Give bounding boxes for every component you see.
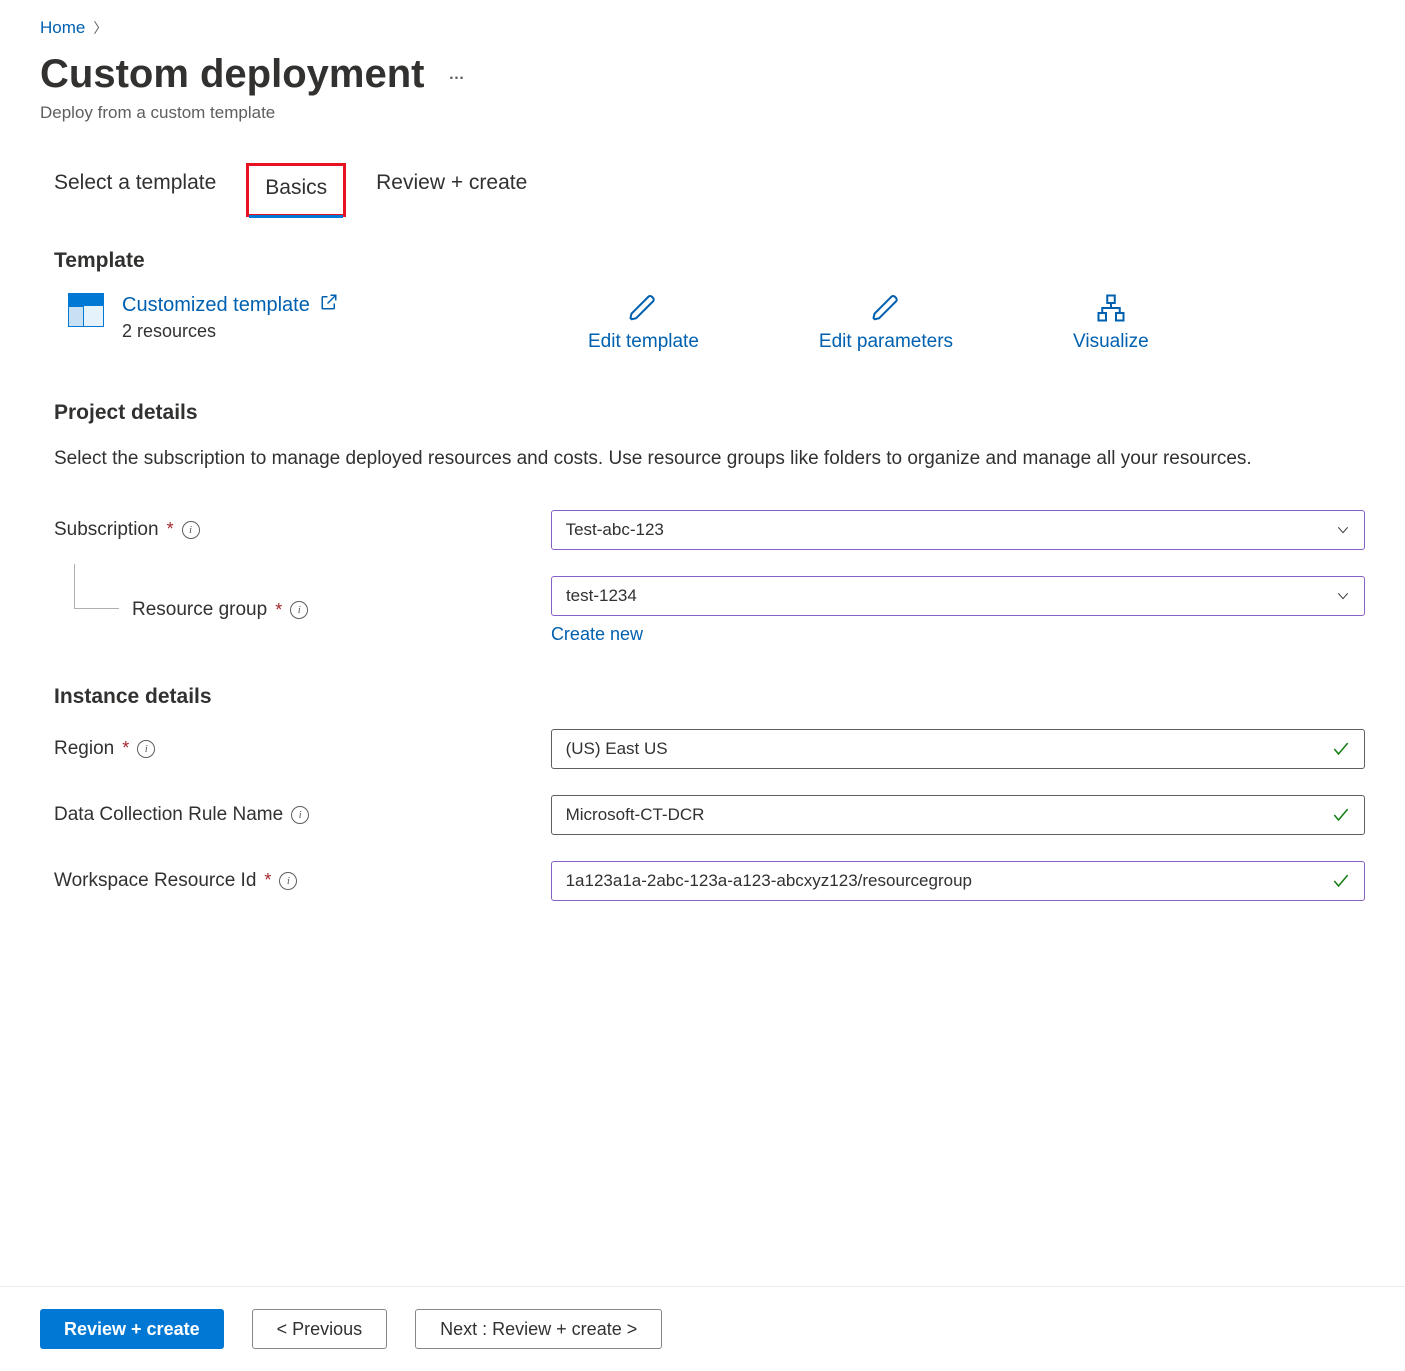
subscription-select[interactable] xyxy=(551,510,1365,550)
project-details-heading: Project details xyxy=(40,401,1365,425)
required-icon: * xyxy=(264,870,271,891)
next-button[interactable]: Next : Review + create > xyxy=(415,1309,662,1349)
edit-external-icon xyxy=(320,293,338,317)
page-title: Custom deployment xyxy=(40,52,424,97)
info-icon[interactable]: i xyxy=(279,872,297,890)
template-icon xyxy=(68,293,104,327)
subscription-label: Subscription * i xyxy=(54,519,551,541)
edit-template-action[interactable]: Edit template xyxy=(588,293,699,353)
tab-select-template[interactable]: Select a template xyxy=(54,163,216,217)
breadcrumb: Home 〉 xyxy=(40,18,1365,38)
tab-basics[interactable]: Basics xyxy=(246,163,346,217)
dcr-name-label: Data Collection Rule Name i xyxy=(54,804,551,826)
tab-review-create[interactable]: Review + create xyxy=(376,163,527,217)
visualize-action[interactable]: Visualize xyxy=(1073,293,1149,353)
project-details-description: Select the subscription to manage deploy… xyxy=(40,445,1300,474)
more-icon[interactable]: … xyxy=(448,66,466,84)
customized-template-link[interactable]: Customized template xyxy=(122,293,338,317)
customized-template-text: Customized template xyxy=(122,294,310,317)
template-heading: Template xyxy=(40,249,1365,273)
dcr-name-input[interactable] xyxy=(551,795,1365,835)
required-icon: * xyxy=(275,600,282,621)
page-subtitle: Deploy from a custom template xyxy=(40,103,1365,123)
breadcrumb-home[interactable]: Home xyxy=(40,18,85,38)
region-select[interactable] xyxy=(551,729,1365,769)
info-icon[interactable]: i xyxy=(290,601,308,619)
info-icon[interactable]: i xyxy=(182,521,200,539)
required-icon: * xyxy=(122,738,129,759)
review-create-button[interactable]: Review + create xyxy=(40,1309,224,1349)
pencil-icon xyxy=(628,293,658,323)
instance-details-heading: Instance details xyxy=(40,685,1365,709)
resource-group-select[interactable] xyxy=(551,576,1365,616)
edit-parameters-action[interactable]: Edit parameters xyxy=(819,293,953,353)
required-icon: * xyxy=(167,519,174,540)
info-icon[interactable]: i xyxy=(291,806,309,824)
hierarchy-icon xyxy=(1096,293,1126,323)
chevron-right-icon: 〉 xyxy=(93,18,107,38)
visualize-label: Visualize xyxy=(1073,331,1149,353)
previous-button[interactable]: < Previous xyxy=(252,1309,388,1349)
region-label: Region * i xyxy=(54,738,551,760)
edit-template-label: Edit template xyxy=(588,331,699,353)
info-icon[interactable]: i xyxy=(137,740,155,758)
workspace-id-input[interactable] xyxy=(551,861,1365,901)
template-resource-count: 2 resources xyxy=(122,321,338,342)
workspace-id-label: Workspace Resource Id * i xyxy=(54,870,551,892)
tabs: Select a template Basics Review + create xyxy=(40,163,1365,217)
edit-parameters-label: Edit parameters xyxy=(819,331,953,353)
pencil-icon xyxy=(871,293,901,323)
resource-group-label: Resource group * i xyxy=(54,599,551,621)
footer: Review + create < Previous Next : Review… xyxy=(0,1286,1405,1371)
create-new-link[interactable]: Create new xyxy=(551,624,643,645)
